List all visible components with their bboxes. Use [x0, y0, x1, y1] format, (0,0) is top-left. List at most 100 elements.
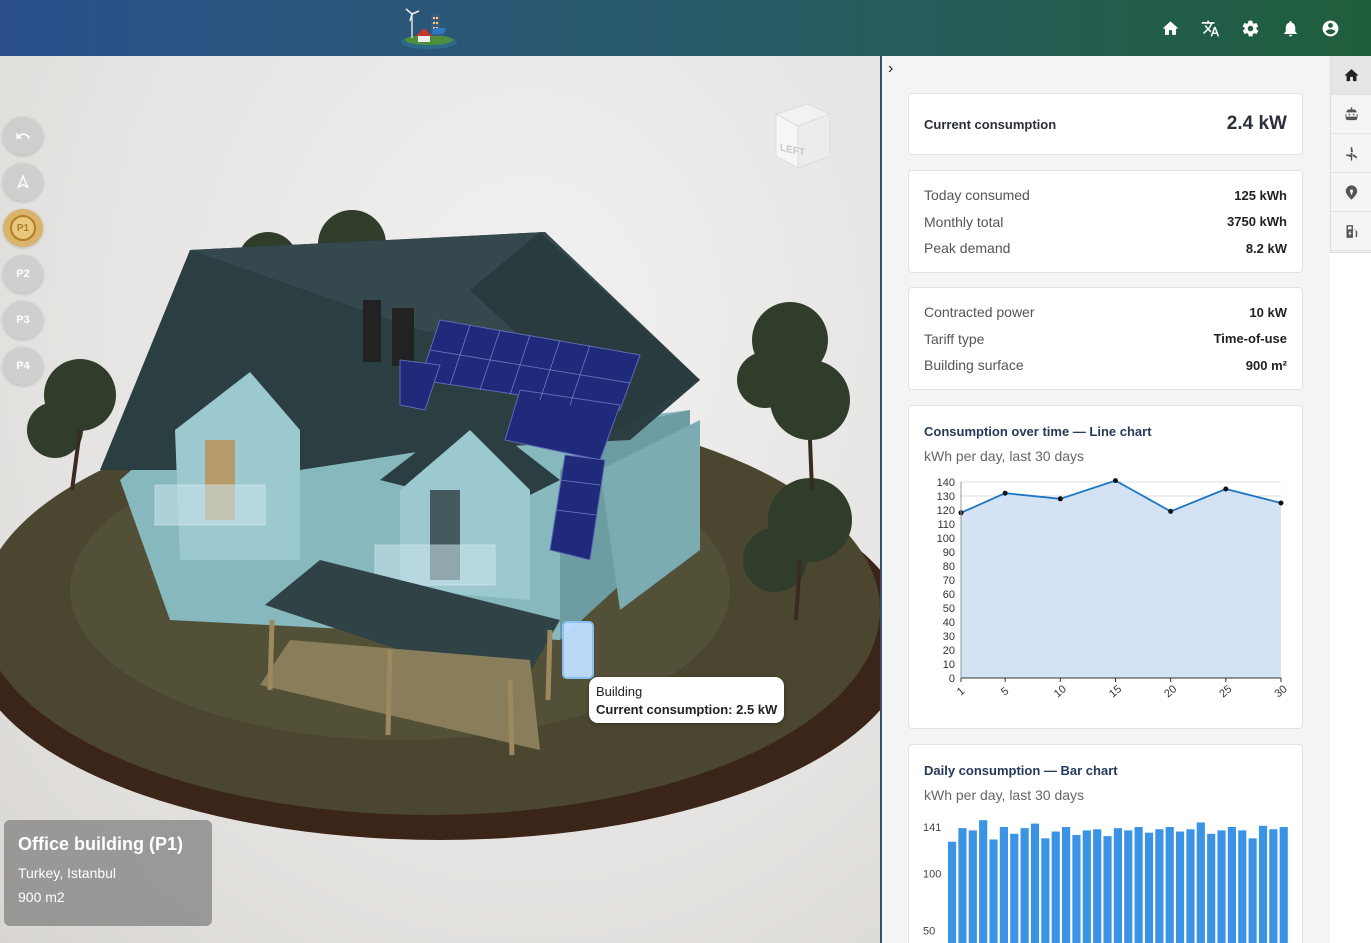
bar [958, 828, 967, 943]
tooltip-title: Building [596, 684, 643, 699]
compass-button[interactable] [3, 163, 43, 201]
solar-tab[interactable] [1331, 95, 1371, 134]
bar [999, 827, 1008, 943]
bar [1103, 836, 1112, 943]
line-chart-card: Consumption over time — Line chart kWh p… [908, 405, 1303, 729]
y-tick-label: 0 [949, 673, 955, 685]
stat-value: 900 m² [1245, 357, 1287, 373]
data-point [1168, 508, 1174, 514]
3d-viewport[interactable]: P1 P2 P3 P4 LEFT [0, 56, 880, 943]
stat-label: Building surface [924, 357, 1024, 374]
bar-chart[interactable]: 50 100 141 [909, 807, 1304, 943]
current-consumption-value: 2.4 kW [1226, 113, 1287, 134]
stat-row: Today consumed 125 kWh [909, 182, 1302, 209]
bar [1030, 823, 1040, 943]
floor-button-p4[interactable]: P4 [3, 347, 43, 385]
undo-button[interactable] [3, 117, 43, 155]
ev-charger-tab[interactable] [1331, 212, 1371, 251]
floor-button-p1[interactable]: P1 [3, 209, 43, 247]
stat-label: Monthly total [924, 213, 1004, 230]
solar-panel-icon [1344, 106, 1358, 120]
bell-icon[interactable] [1279, 14, 1301, 42]
x-tick-label: 20 [1162, 683, 1179, 700]
house-3d-model[interactable] [0, 56, 880, 943]
bar-chart-title: Daily consumption — Bar chart [924, 763, 1118, 778]
stat-row: Contracted power 10 kW [909, 299, 1302, 326]
bar [1217, 830, 1226, 943]
stat-label: Today consumed [924, 187, 1030, 204]
bar [968, 830, 977, 943]
y-tick-label: 100 [937, 533, 955, 545]
data-point [1278, 500, 1284, 506]
bar-chart-card: Daily consumption — Bar chart kWh per da… [908, 744, 1303, 943]
bar [1082, 830, 1091, 943]
wind-tab[interactable] [1331, 134, 1371, 173]
current-consumption-label: Current consumption [924, 116, 1057, 132]
collapse-panel-button[interactable]: › [888, 60, 893, 78]
stat-label: Tariff type [924, 330, 985, 347]
location-tab[interactable] [1331, 173, 1371, 212]
x-tick-label: 1 [955, 685, 967, 698]
home-tab[interactable] [1331, 56, 1371, 95]
y-tick-label: 10 [943, 659, 955, 671]
floor-button-p3[interactable]: P3 [3, 301, 43, 339]
bar [1269, 829, 1278, 943]
data-point [1057, 496, 1063, 502]
bar [1144, 832, 1154, 943]
building-tooltip: Building Current consumption: 2.5 kW [589, 677, 785, 723]
data-point [1002, 490, 1008, 496]
stat-row: Monthly total 3750 kWh [909, 209, 1302, 236]
account-icon[interactable] [1319, 14, 1341, 42]
building-area: 900 m2 [18, 889, 65, 905]
bar [1051, 831, 1060, 943]
y-tick-label: 70 [943, 575, 955, 587]
line-chart[interactable]: 01020304050607080901001101201301401 5 10 15… [909, 468, 1304, 708]
data-point [1112, 478, 1118, 484]
y-tick-label: 40 [943, 617, 955, 629]
bar [1124, 830, 1133, 943]
bar [1207, 833, 1216, 943]
building-title: Office building (P1) [18, 834, 183, 854]
bar [1248, 838, 1257, 943]
bar [1238, 830, 1247, 943]
x-tick-label: 25 [1217, 683, 1234, 700]
y-tick-label: 50 [943, 603, 955, 615]
bar [1258, 825, 1268, 943]
x-tick-label: 10 [1052, 683, 1069, 700]
bar [979, 820, 988, 943]
stat-value: 125 kWh [1234, 187, 1287, 203]
bar [1010, 833, 1019, 943]
line-area [961, 480, 1281, 678]
stat-label: Peak demand [924, 240, 1011, 257]
y-tick-label: 140 [937, 477, 955, 489]
y-tick-label: 80 [943, 561, 955, 573]
ev-charger-icon [1346, 224, 1357, 238]
gear-icon[interactable] [1239, 14, 1261, 42]
bar [1279, 827, 1288, 943]
x-tick-label: 15 [1107, 683, 1124, 700]
line-chart-subtitle: kWh per day, last 30 days [924, 448, 1085, 464]
wind-icon [1345, 146, 1357, 161]
bar [1227, 827, 1236, 943]
building-location: Turkey, Istanbul [18, 865, 117, 881]
current-consumption-card: Current consumption 2.4 kW [908, 93, 1303, 155]
logo-icon[interactable] [398, 6, 460, 50]
stat-row: Peak demand 8.2 kW [909, 235, 1302, 262]
y-tick-label: 130 [937, 491, 955, 503]
bar [1093, 829, 1102, 943]
bar [1186, 829, 1195, 943]
data-point [1223, 486, 1229, 492]
navigation-cube[interactable]: LEFT [768, 100, 836, 172]
stat-value: 3750 kWh [1227, 214, 1287, 230]
bar [1041, 838, 1050, 943]
line-chart-title: Consumption over time — Line chart [924, 424, 1152, 439]
home-icon [1343, 68, 1359, 81]
bar [1196, 822, 1205, 943]
bar [1072, 834, 1081, 943]
x-tick-label: 5 [999, 685, 1011, 698]
translate-icon[interactable] [1199, 14, 1221, 42]
location-pin-icon [1345, 184, 1357, 200]
home-icon[interactable] [1159, 14, 1181, 42]
bar [1134, 827, 1143, 943]
floor-button-p2[interactable]: P2 [3, 255, 43, 293]
